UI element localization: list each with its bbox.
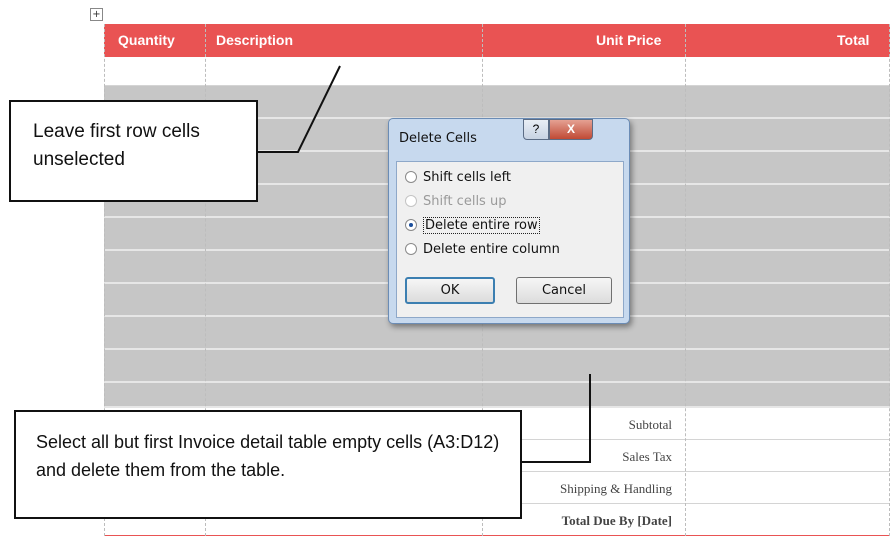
header-total: Total <box>837 32 870 48</box>
header-quantity: Quantity <box>118 32 175 48</box>
radio-icon[interactable] <box>405 171 417 183</box>
table-row-selected[interactable] <box>104 350 890 383</box>
callout-leave-first-row: Leave first row cells unselected <box>9 100 258 202</box>
table-row-selected[interactable] <box>104 383 890 408</box>
radio-selected-icon[interactable] <box>405 219 417 231</box>
header-unit-price: Unit Price <box>596 32 662 48</box>
option-label: Shift cells left <box>423 170 512 185</box>
column-divider <box>685 24 686 536</box>
ok-button[interactable]: OK <box>405 277 495 304</box>
total-due-label: Total Due By [Date] <box>561 513 672 528</box>
callout-top-text: Leave first row cells unselected <box>33 121 200 170</box>
option-shift-cells-left[interactable]: Shift cells left <box>405 170 511 185</box>
header-description: Description <box>216 32 294 48</box>
column-divider <box>889 24 890 536</box>
option-label: Shift cells up <box>423 194 507 209</box>
radio-icon <box>405 195 417 207</box>
close-icon: X <box>566 122 575 136</box>
delete-cells-dialog: Delete Cells ? X Shift cells left Shift … <box>388 118 630 324</box>
option-label: Delete entire row <box>423 217 540 234</box>
option-delete-entire-column[interactable]: Delete entire column <box>405 242 560 257</box>
question-mark-icon: ? <box>532 122 540 136</box>
table-row[interactable] <box>104 57 890 86</box>
option-shift-cells-up: Shift cells up <box>405 194 506 209</box>
cancel-button[interactable]: Cancel <box>516 277 612 304</box>
close-button[interactable]: X <box>549 119 593 140</box>
option-label: Delete entire column <box>423 242 560 257</box>
table-move-handle-icon[interactable]: + <box>90 8 103 21</box>
radio-icon[interactable] <box>405 243 417 255</box>
callout-select-and-delete: Select all but first Invoice detail tabl… <box>14 410 522 519</box>
shipping-label: Shipping & Handling <box>560 481 672 496</box>
sales-tax-label: Sales Tax <box>622 449 672 464</box>
callout-bottom-text: Select all but first Invoice detail tabl… <box>36 432 500 480</box>
subtotal-label: Subtotal <box>628 417 672 432</box>
dialog-title: Delete Cells <box>399 131 477 146</box>
option-delete-entire-row[interactable]: Delete entire row <box>405 217 540 234</box>
dialog-body: Shift cells left Shift cells up Delete e… <box>396 161 624 318</box>
table-header-row: Quantity Description Unit Price Total <box>104 24 890 57</box>
help-button[interactable]: ? <box>523 119 549 140</box>
